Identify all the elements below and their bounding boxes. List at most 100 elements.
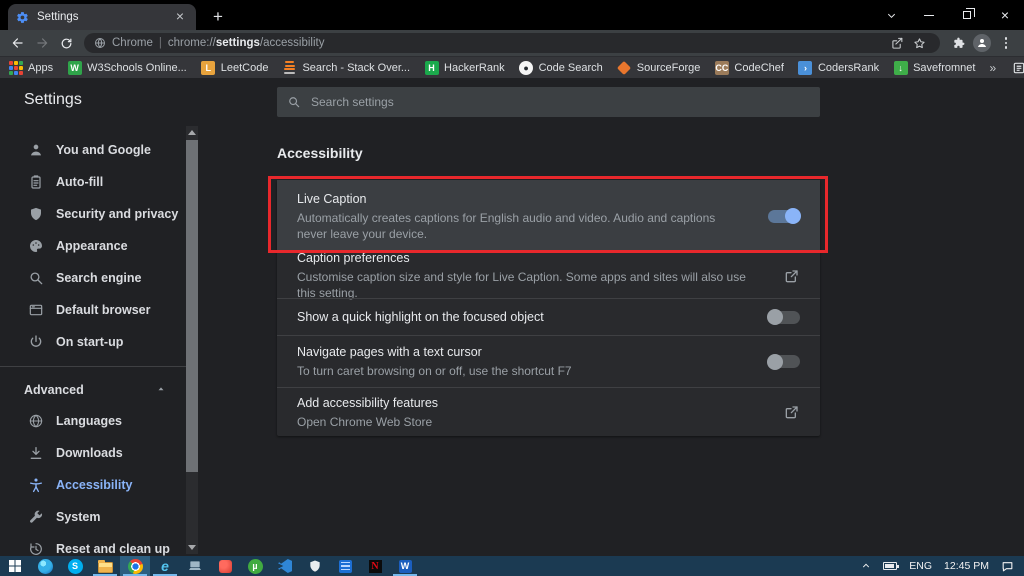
bookmark-item-codesearch[interactable]: ●Code Search <box>519 59 603 77</box>
action-center-icon[interactable] <box>995 556 1020 576</box>
setting-row-live-caption[interactable]: Live CaptionAutomatically creates captio… <box>277 180 820 252</box>
back-arrow-icon[interactable] <box>6 32 30 54</box>
hackerrank-icon: H <box>424 60 439 75</box>
extensions-puzzle-icon[interactable] <box>946 31 970 55</box>
reload-icon[interactable] <box>54 32 78 54</box>
sidebar-item-on-start-up[interactable]: On start-up <box>0 326 186 358</box>
caret-browsing-toggle[interactable] <box>768 355 800 368</box>
taskbar-app-utorrent[interactable]: µ <box>240 556 270 576</box>
bookmark-label: W3Schools Online... <box>87 62 187 74</box>
palette-icon <box>28 238 44 254</box>
settings-main: Accessibility Live CaptionAutomatically … <box>277 126 820 436</box>
windows-start-icon <box>9 560 21 572</box>
sidebar-item-you-and-google[interactable]: You and Google <box>0 134 186 166</box>
bookmark-label: CodersRank <box>818 62 879 74</box>
bookmark-item-codersrank[interactable]: ›CodersRank <box>798 59 879 77</box>
bookmark-label: HackerRank <box>444 62 505 74</box>
sidebar-scrollbar[interactable] <box>186 126 198 554</box>
reading-list-button[interactable]: Reading list <box>1012 59 1024 77</box>
settings-gear-icon <box>16 11 29 24</box>
taskbar-app-skype[interactable]: S <box>60 556 90 576</box>
add-accessibility-features-external-link-icon[interactable] <box>784 404 800 420</box>
setting-row-focus-highlight[interactable]: Show a quick highlight on the focused ob… <box>277 298 820 335</box>
taskbar-app-netflix[interactable]: N <box>360 556 390 576</box>
tab-close-icon[interactable]: × <box>172 9 188 25</box>
sidebar-item-search-engine[interactable]: Search engine <box>0 262 186 294</box>
language-indicator[interactable]: ENG <box>903 556 938 576</box>
taskbar-app-notes-app[interactable] <box>330 556 360 576</box>
skype-icon: S <box>68 559 83 574</box>
vscode-icon <box>278 559 292 573</box>
sidebar-item-label: Auto-fill <box>56 175 103 189</box>
settings-page: Settings You and GoogleAuto-fillSecurity… <box>0 78 1024 556</box>
leetcode-icon: L <box>201 60 216 75</box>
section-title: Accessibility <box>277 145 820 163</box>
profile-avatar-icon[interactable] <box>970 31 994 55</box>
accessibility-icon <box>28 477 44 493</box>
bookmark-item-hackerrank[interactable]: H HackerRank <box>424 59 505 77</box>
bookmark-item-sourceforge[interactable]: SourceForge <box>617 59 701 77</box>
bookmark-item-apps[interactable]: Apps <box>8 59 53 77</box>
sidebar-item-system[interactable]: System <box>0 501 186 533</box>
live-caption-toggle[interactable] <box>768 210 800 223</box>
bookmarks-overflow-chevron-icon[interactable]: » <box>989 61 996 75</box>
restore-button[interactable] <box>948 0 986 30</box>
browser-tab[interactable]: Settings × <box>8 4 196 30</box>
settings-search-input[interactable] <box>311 95 782 109</box>
setting-title: Add accessibility features <box>297 395 748 411</box>
bookmark-label: Apps <box>28 62 53 74</box>
sidebar-item-languages[interactable]: Languages <box>0 405 186 437</box>
focus-highlight-toggle[interactable] <box>768 311 800 324</box>
scrollbar-thumb[interactable] <box>186 140 198 472</box>
setting-row-caption-preferences[interactable]: Caption preferencesCustomise caption siz… <box>277 252 820 298</box>
taskbar-clock[interactable]: 12:45 PM <box>938 556 995 576</box>
taskbar-app-red-app[interactable] <box>210 556 240 576</box>
taskbar-app-file-explorer[interactable] <box>90 556 120 576</box>
taskbar-app-edge[interactable] <box>30 556 60 576</box>
battery-icon[interactable] <box>877 556 903 576</box>
bookmark-star-icon[interactable] <box>908 37 930 50</box>
caption-preferences-external-link-icon[interactable] <box>784 268 800 284</box>
sidebar-item-auto-fill[interactable]: Auto-fill <box>0 166 186 198</box>
sidebar-divider <box>0 366 186 367</box>
site-info-globe-icon[interactable] <box>94 37 106 49</box>
close-button[interactable]: × <box>986 0 1024 30</box>
settings-search-box[interactable] <box>277 87 820 117</box>
sidebar-advanced-toggle[interactable]: Advanced <box>0 375 186 405</box>
bookmark-item-codechef[interactable]: CCCodeChef <box>714 59 784 77</box>
taskbar-app-vscode[interactable] <box>270 556 300 576</box>
bookmark-label: Savefromnet <box>913 62 975 74</box>
sidebar-item-default-browser[interactable]: Default browser <box>0 294 186 326</box>
sidebar-item-security-and-privacy[interactable]: Security and privacy <box>0 198 186 230</box>
bookmark-item-w3schools[interactable]: WW3Schools Online... <box>67 59 187 77</box>
new-tab-button[interactable]: + <box>206 6 230 28</box>
forward-arrow-icon[interactable] <box>30 32 54 54</box>
start-button[interactable] <box>0 556 30 576</box>
sidebar-item-appearance[interactable]: Appearance <box>0 230 186 262</box>
omnibox[interactable]: Chrome|chrome://settings/accessibility <box>84 33 940 53</box>
taskbar-app-chrome[interactable] <box>120 556 150 576</box>
bookmark-item-stackoverflow[interactable]: Search - Stack Over... <box>282 59 410 77</box>
url-host: settings <box>216 37 260 49</box>
bookmark-item-savefromnet[interactable]: ↓Savefromnet <box>893 59 975 77</box>
kebab-menu-icon[interactable] <box>994 31 1018 55</box>
folder-icon <box>98 560 113 573</box>
sidebar-item-label: Downloads <box>56 446 123 460</box>
scrollbar-up-arrow-icon[interactable] <box>186 126 198 139</box>
taskbar-app-internet-explorer[interactable]: e <box>150 556 180 576</box>
ie-icon: e <box>161 559 169 573</box>
setting-row-caret-browsing[interactable]: Navigate pages with a text cursorTo turn… <box>277 335 820 387</box>
sidebar-item-accessibility[interactable]: Accessibility <box>0 469 186 501</box>
tray-chevron-up-icon[interactable] <box>855 556 877 576</box>
taskbar-app-windows-security[interactable] <box>300 556 330 576</box>
search-icon <box>287 95 301 109</box>
taskbar-app-laptop-app[interactable] <box>180 556 210 576</box>
scrollbar-down-arrow-icon[interactable] <box>186 541 198 554</box>
bookmark-item-leetcode[interactable]: LLeetCode <box>201 59 269 77</box>
taskbar-app-word[interactable]: W <box>390 556 420 576</box>
sidebar-item-downloads[interactable]: Downloads <box>0 437 186 469</box>
share-icon[interactable] <box>886 37 908 50</box>
tab-search-chevron-down-icon[interactable] <box>872 0 910 30</box>
minimize-button[interactable] <box>910 0 948 30</box>
setting-row-add-accessibility-features[interactable]: Add accessibility featuresOpen Chrome We… <box>277 387 820 436</box>
